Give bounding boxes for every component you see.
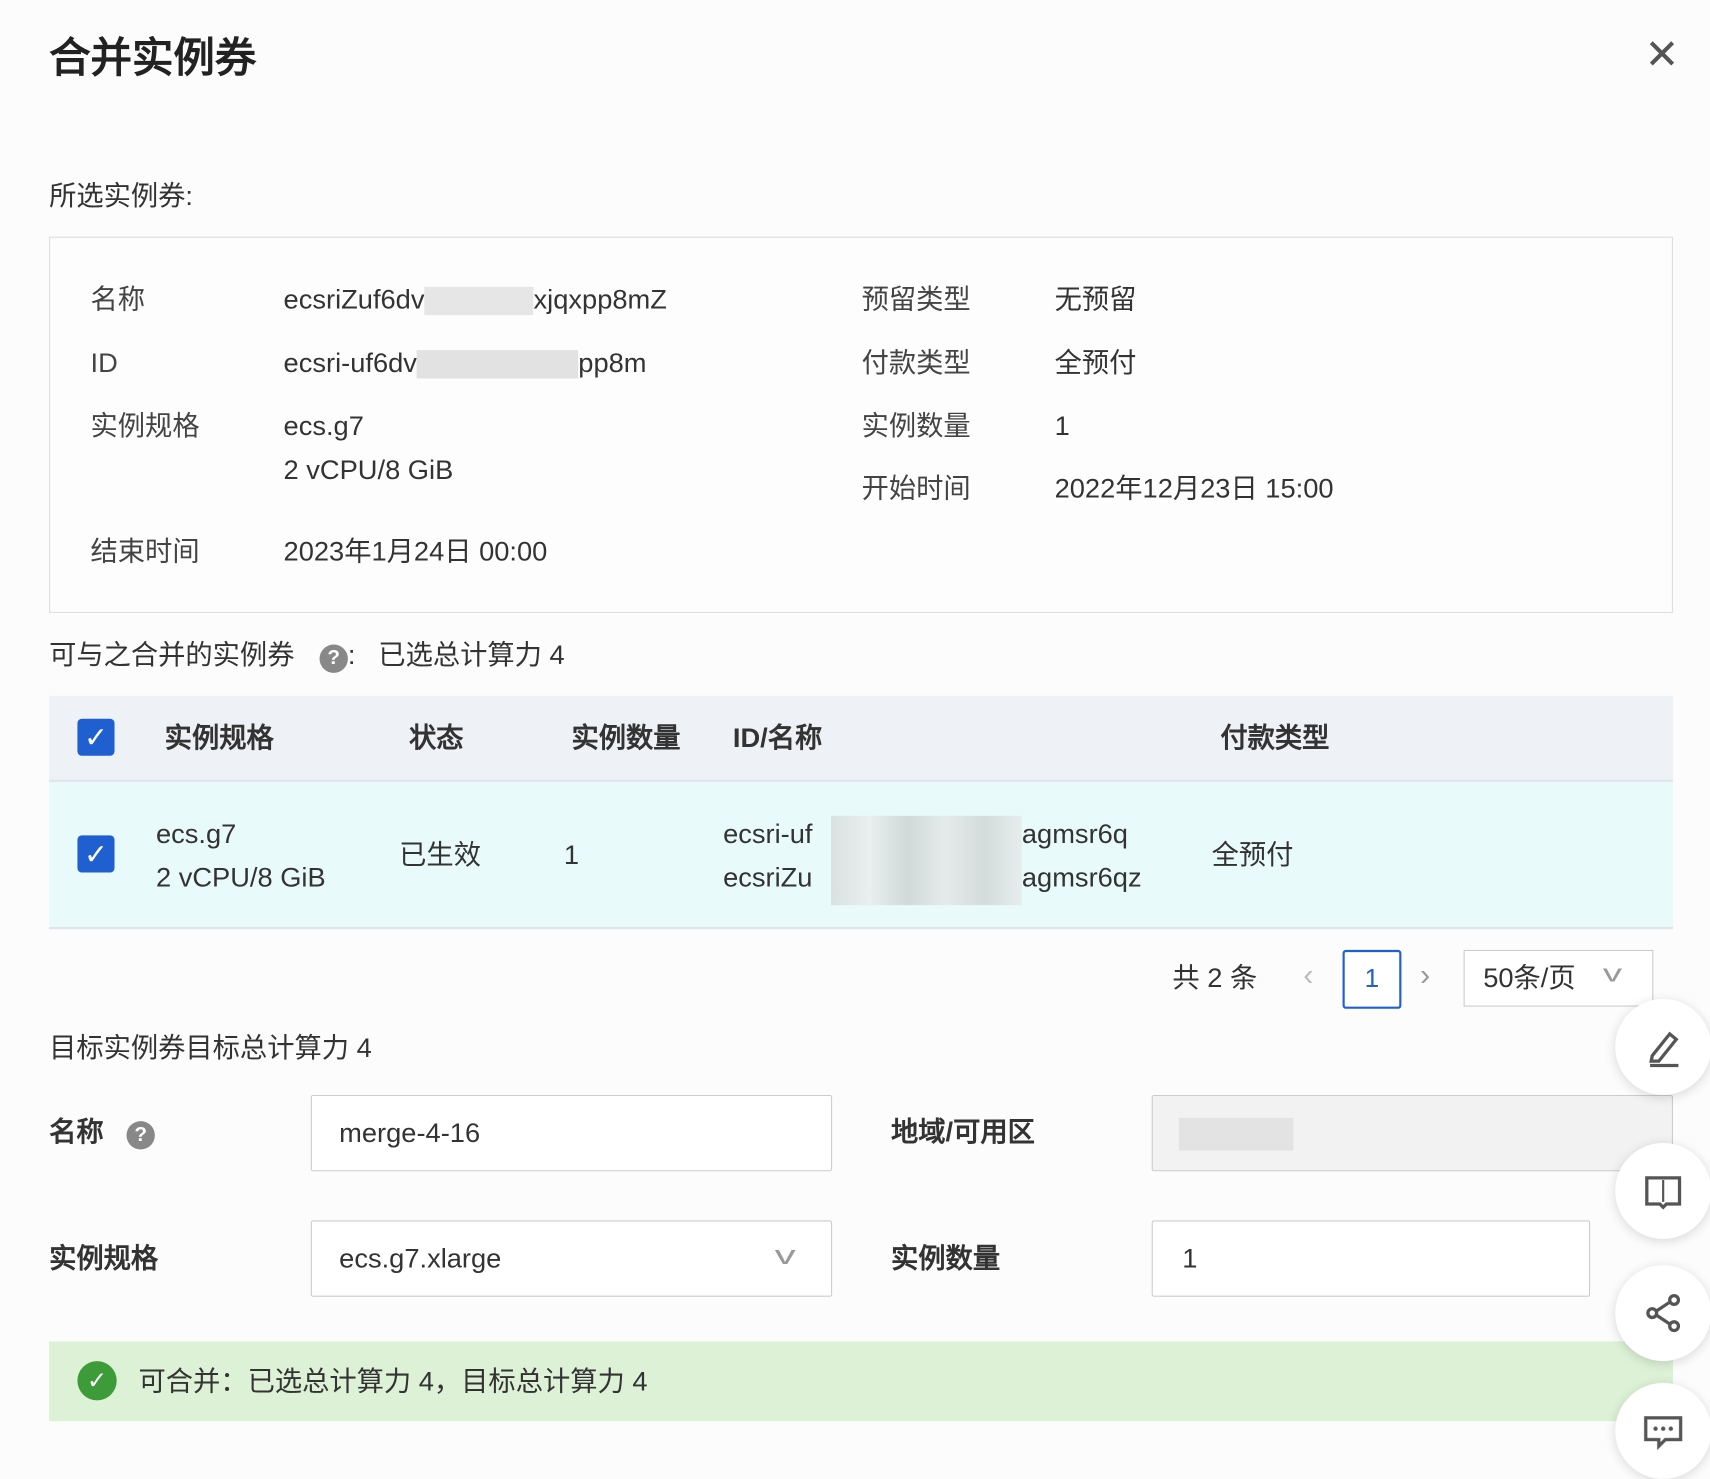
page-1-button[interactable]: 1 — [1342, 949, 1402, 1009]
pagination-total: 共 2 条 — [1172, 962, 1258, 994]
value-payment-type: 全预付 — [1054, 347, 1137, 379]
column-count[interactable]: 实例数量 — [571, 722, 680, 755]
chat-icon — [1644, 1416, 1683, 1451]
target-count-value: 1 — [1182, 1243, 1198, 1274]
help-icon[interactable]: ? — [319, 644, 348, 673]
table-header — [49, 695, 1673, 782]
merge-status-banner: ✓ 可合并：已选总计算力 4，目标总计算力 4 — [49, 1341, 1673, 1422]
selected-power-summary: 已选总计算力 4 — [378, 640, 565, 671]
row-id: ecsri-uf — [723, 819, 813, 850]
target-heading: 目标实例券目标总计算力 4 — [49, 1032, 372, 1064]
row-spec: ecs.g7 — [155, 819, 237, 850]
column-spec[interactable]: 实例规格 — [165, 722, 274, 755]
redacted-region — [831, 815, 1022, 906]
row-status: 已生效 — [399, 839, 481, 871]
book-icon — [1645, 1176, 1682, 1210]
label-name: 名称 — [90, 284, 146, 316]
value-reserve-type: 无预留 — [1054, 284, 1137, 316]
docs-button[interactable] — [1615, 1142, 1710, 1239]
value-spec-detail: 2 vCPU/8 GiB — [283, 454, 454, 486]
value-id: ecsri-uf6dv pp8m — [283, 347, 647, 379]
page-size-value: 50条/页 — [1483, 962, 1576, 994]
row-id-end: agmsr6q — [1021, 819, 1128, 850]
column-payment[interactable]: 付款类型 — [1220, 722, 1329, 755]
label-instance-count: 实例数量 — [861, 411, 971, 442]
dialog-title: 合并实例券 — [49, 35, 257, 82]
row-payment: 全预付 — [1211, 839, 1294, 871]
target-name-input[interactable]: merge-4-16 — [310, 1094, 833, 1172]
region-input — [1151, 1094, 1673, 1172]
region-label: 地域/可用区 — [891, 1116, 1035, 1148]
label-id: ID — [90, 347, 118, 379]
share-button[interactable] — [1615, 1265, 1710, 1362]
prev-page-icon[interactable]: ‹ — [1303, 958, 1313, 993]
row-spec-detail: 2 vCPU/8 GiB — [155, 862, 326, 894]
label-spec: 实例规格 — [90, 411, 200, 442]
colon: : — [347, 640, 356, 671]
row-name-end: agmsr6qz — [1021, 862, 1142, 894]
share-icon — [1646, 1293, 1681, 1333]
target-count-input[interactable]: 1 — [1151, 1220, 1591, 1297]
selected-heading: 所选实例券: — [49, 181, 193, 212]
merge-dialog: 合并实例券 ✕ 所选实例券: 名称 ecsriZuf6dv xjqxpp8mZ I… — [0, 0, 1710, 1479]
column-status[interactable]: 状态 — [409, 722, 464, 755]
mergeable-heading-text: 可与之合并的实例券 — [49, 640, 295, 671]
label-reserve-type: 预留类型 — [861, 284, 971, 316]
target-name-label: 名称 ? — [49, 1116, 155, 1150]
next-page-icon[interactable]: › — [1420, 958, 1430, 993]
row-name: ecsriZu — [723, 862, 813, 894]
label-end-time: 结束时间 — [90, 536, 200, 568]
pencil-icon — [1649, 1031, 1679, 1068]
select-all-checkbox[interactable]: ✓ — [77, 718, 115, 756]
label-start-time: 开始时间 — [861, 473, 971, 504]
label-payment-type: 付款类型 — [861, 347, 971, 379]
value-name: ecsriZuf6dv xjqxpp8mZ — [283, 284, 667, 316]
target-count-label: 实例数量 — [891, 1243, 1001, 1274]
close-icon[interactable]: ✕ — [1645, 31, 1680, 80]
help-icon[interactable]: ? — [126, 1121, 155, 1150]
mergeable-heading: 可与之合并的实例券 ?: 已选总计算力 4 — [49, 639, 565, 673]
target-name-value: merge-4-16 — [339, 1117, 481, 1149]
row-checkbox[interactable]: ✓ — [77, 835, 115, 873]
target-spec-value: ecs.g7.xlarge — [339, 1243, 502, 1274]
target-spec-label: 实例规格 — [49, 1243, 159, 1274]
redacted-region — [1178, 1117, 1294, 1151]
check-circle-icon: ✓ — [77, 1361, 117, 1401]
page-size-select[interactable]: 50条/页 v — [1463, 949, 1654, 1007]
value-start-time: 2022年12月23日 15:00 — [1054, 473, 1334, 504]
row-count: 1 — [563, 839, 580, 871]
chevron-down-icon: v — [1602, 959, 1623, 987]
feedback-button[interactable] — [1615, 1382, 1710, 1479]
banner-text: 可合并：已选总计算力 4，目标总计算力 4 — [138, 1366, 648, 1398]
value-instance-count: 1 — [1054, 411, 1070, 442]
value-end-time: 2023年1月24日 00:00 — [283, 536, 548, 568]
chevron-down-icon: v — [774, 1241, 796, 1271]
target-spec-select[interactable]: ecs.g7.xlarge v — [310, 1220, 833, 1297]
column-id-name[interactable]: ID/名称 — [733, 722, 822, 755]
edit-button[interactable] — [1615, 998, 1710, 1095]
value-spec: ecs.g7 — [283, 411, 364, 442]
